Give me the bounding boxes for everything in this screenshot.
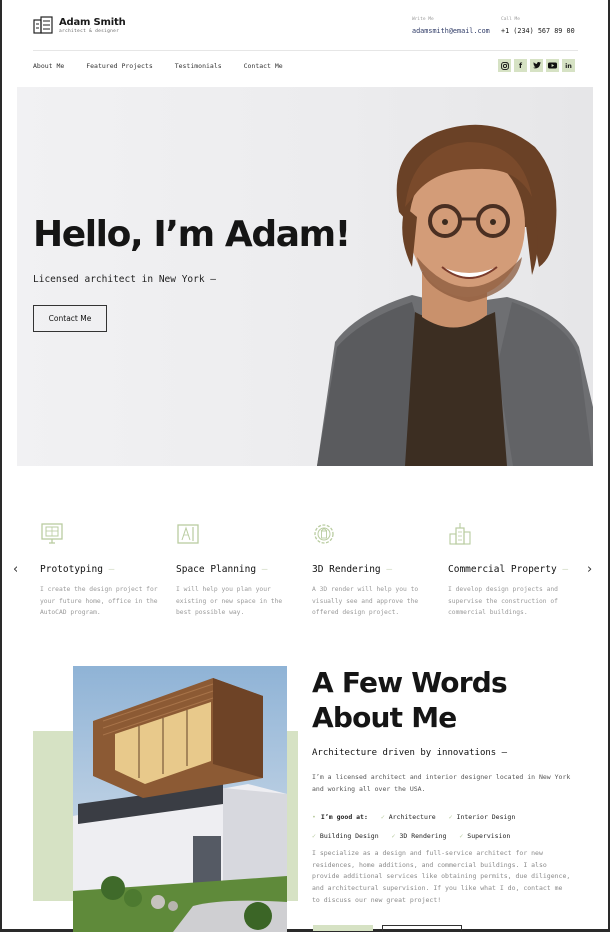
skill-item: Building Design bbox=[319, 832, 379, 840]
nav-item-projects[interactable]: Featured Projects bbox=[86, 62, 153, 70]
gear-building-icon bbox=[314, 524, 334, 544]
check-icon: ✓ bbox=[459, 832, 464, 840]
service-title: 3D Rendering bbox=[312, 564, 437, 575]
service-description: I will help you plan your existing or ne… bbox=[176, 586, 283, 616]
skill-item: Interior Design bbox=[456, 813, 516, 821]
service-description: A 3D render will help you to visually se… bbox=[312, 586, 419, 616]
brand-name: Adam Smith bbox=[59, 16, 126, 28]
service-title: Prototyping bbox=[40, 564, 165, 575]
check-icon: ✓ bbox=[391, 832, 396, 840]
site-logo[interactable]: Adam Smith architect & designer bbox=[33, 16, 126, 34]
contact-me-button[interactable]: Contact Me bbox=[33, 305, 107, 332]
about-title: A Few Words About Me bbox=[312, 665, 508, 735]
service-card-prototyping[interactable]: Prototyping I create the design project … bbox=[40, 522, 165, 619]
carousel-next-button[interactable]: › bbox=[587, 562, 592, 577]
hero-subtitle: Licensed architect in New York — bbox=[33, 274, 217, 285]
drafting-tools-icon bbox=[177, 524, 199, 544]
main-nav: About Me Featured Projects Testimonials … bbox=[33, 62, 301, 70]
email-link[interactable]: adamsmith@email.com bbox=[412, 27, 490, 35]
check-icon: ✓ bbox=[312, 832, 316, 840]
skill-item: Architecture bbox=[388, 813, 436, 821]
email-contact: Write Me adamsmith@email.com bbox=[412, 17, 490, 35]
building-logo-icon bbox=[33, 16, 53, 34]
brand-tagline: architect & designer bbox=[59, 28, 120, 34]
twitter-icon[interactable] bbox=[530, 59, 543, 72]
bullet-dot-icon: • bbox=[312, 813, 316, 821]
skills-lead: I’m good at: bbox=[320, 813, 368, 821]
monitor-blueprint-icon bbox=[41, 523, 63, 544]
about-title-line-2: About Me bbox=[312, 701, 457, 734]
skill-item: 3D Rendering bbox=[399, 832, 447, 840]
hero-section: Hello, I’m Adam! Licensed architect in N… bbox=[17, 87, 593, 466]
social-links: f in bbox=[498, 59, 575, 72]
about-body: I specialize as a design and full-servic… bbox=[312, 849, 571, 904]
service-description: I develop design projects and supervise … bbox=[448, 586, 558, 616]
linkedin-icon[interactable]: in bbox=[562, 59, 575, 72]
about-title-line-1: A Few Words bbox=[312, 666, 508, 699]
phone-label: Call Me bbox=[501, 17, 520, 22]
skills-list: • I’m good at: ✓ Architecture ✓ Interior De… bbox=[312, 808, 582, 846]
email-label: Write Me bbox=[412, 17, 434, 22]
phone-link[interactable]: +1 (234) 567 89 00 bbox=[501, 27, 575, 35]
header-divider bbox=[33, 50, 578, 51]
hero-title: Hello, I’m Adam! bbox=[33, 214, 351, 255]
check-icon: ✓ bbox=[380, 813, 385, 821]
tower-building-icon bbox=[449, 523, 471, 545]
check-icon: ✓ bbox=[448, 813, 453, 821]
portrait-photo bbox=[317, 124, 593, 466]
service-card-space-planning[interactable]: Space Planning I will help you plan your… bbox=[176, 522, 301, 619]
service-title: Space Planning bbox=[176, 564, 301, 575]
page-frame-left bbox=[0, 0, 2, 932]
modern-house-photo bbox=[73, 666, 287, 932]
youtube-icon[interactable] bbox=[546, 59, 559, 72]
nav-item-testimonials[interactable]: Testimonials bbox=[175, 62, 222, 70]
about-primary-button[interactable] bbox=[313, 925, 373, 931]
nav-item-contact[interactable]: Contact Me bbox=[244, 62, 283, 70]
service-description: I create the design project for your fut… bbox=[40, 586, 158, 616]
about-secondary-button[interactable] bbox=[382, 925, 462, 931]
service-card-3d-rendering[interactable]: 3D Rendering A 3D render will help you t… bbox=[312, 522, 437, 619]
service-card-commercial-property[interactable]: Commercial Property I develop design pro… bbox=[448, 522, 573, 619]
nav-item-about[interactable]: About Me bbox=[33, 62, 64, 70]
phone-contact: Call Me +1 (234) 567 89 00 bbox=[501, 17, 575, 35]
service-title: Commercial Property bbox=[448, 564, 573, 575]
about-intro: I’m a licensed architect and interior de… bbox=[312, 773, 571, 793]
about-subtitle: Architecture driven by innovations — bbox=[312, 748, 508, 758]
carousel-prev-button[interactable]: ‹ bbox=[13, 562, 18, 577]
facebook-icon[interactable]: f bbox=[514, 59, 527, 72]
skill-item: Supervision bbox=[467, 832, 511, 840]
instagram-icon[interactable] bbox=[498, 59, 511, 72]
